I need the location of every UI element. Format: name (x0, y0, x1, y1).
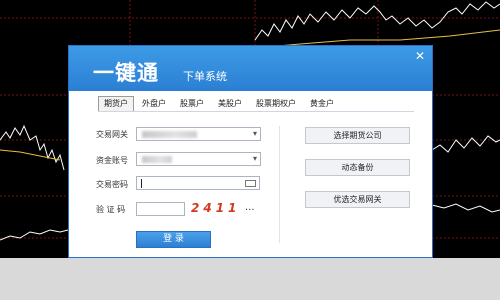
tab-divider (98, 111, 414, 112)
preferred-gateway-button[interactable]: 优选交易网关 (305, 191, 410, 208)
password-label: 交易密码 (96, 180, 128, 189)
login-button[interactable]: 登 录 (136, 231, 211, 248)
chevron-down-icon: ▾ (252, 154, 257, 163)
gateway-label: 交易网关 (96, 130, 128, 139)
captcha-input[interactable] (136, 202, 185, 216)
login-dialog: 一键通 下单系统 ✕ 期货户 外盘户 股票户 美股户 股票期权户 黄金户 交易网… (68, 45, 433, 258)
tab-us-stock[interactable]: 美股户 (212, 96, 248, 112)
close-icon[interactable]: ✕ (414, 50, 426, 62)
tab-futures[interactable]: 期货户 (98, 96, 134, 112)
dynamic-backup-button[interactable]: 动态备份 (305, 159, 410, 176)
tab-stock-options[interactable]: 股票期权户 (250, 96, 302, 112)
column-divider (279, 126, 280, 243)
keyboard-icon[interactable] (245, 180, 256, 187)
chevron-down-icon: ▾ (252, 129, 257, 138)
title-bar: 一键通 下单系统 ✕ (69, 46, 432, 91)
captcha-image[interactable]: 2411 (191, 201, 240, 215)
account-select[interactable]: ▾ (136, 152, 261, 166)
app-subtitle: 下单系统 (183, 70, 227, 83)
gateway-value-blurred (142, 131, 197, 138)
tab-foreign[interactable]: 外盘户 (136, 96, 172, 112)
account-type-tabs: 期货户 外盘户 股票户 美股户 股票期权户 黄金户 (98, 96, 342, 112)
tab-gold[interactable]: 黄金户 (304, 96, 340, 112)
app-title: 一键通 (93, 61, 159, 85)
account-label: 资金账号 (96, 156, 128, 165)
taskbar-strip (0, 258, 500, 300)
gateway-select[interactable]: ▾ (136, 127, 261, 141)
captcha-more-button[interactable]: ... (245, 202, 255, 213)
account-value-blurred (142, 156, 172, 163)
captcha-label: 验 证 码 (96, 205, 126, 214)
text-cursor (141, 179, 142, 188)
select-broker-button[interactable]: 选择期货公司 (305, 127, 410, 144)
password-input[interactable] (136, 176, 260, 190)
tab-stock[interactable]: 股票户 (174, 96, 210, 112)
